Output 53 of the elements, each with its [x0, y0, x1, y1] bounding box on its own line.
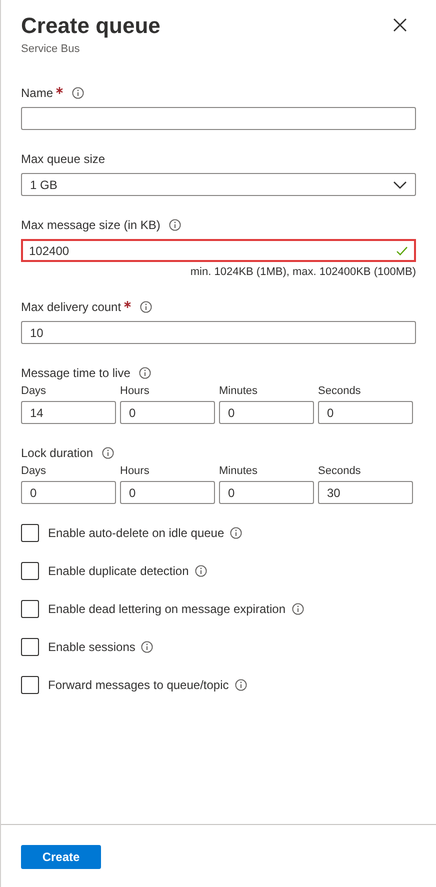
- info-icon[interactable]: [140, 301, 152, 313]
- panel-subtitle: Service Bus: [21, 43, 81, 55]
- panel-title: Create queue: [21, 12, 160, 40]
- checkbox[interactable]: [21, 524, 39, 542]
- info-icon[interactable]: [169, 219, 182, 231]
- checkbox-label: Enable auto-delete on idle queue: [48, 526, 224, 540]
- input-field[interactable]: 10: [21, 321, 416, 344]
- unit-label: Hours: [120, 465, 150, 477]
- info-icon[interactable]: [234, 679, 247, 691]
- input-field[interactable]: [21, 107, 416, 130]
- chevron-down-icon: [393, 180, 407, 188]
- checkbox[interactable]: [21, 676, 39, 694]
- checkbox[interactable]: [21, 638, 39, 656]
- unit-label: Days: [21, 385, 48, 397]
- info-icon[interactable]: [230, 527, 242, 539]
- input-field[interactable]: 0: [120, 401, 215, 424]
- unit-label: Days: [21, 465, 48, 477]
- input-field[interactable]: 14: [21, 401, 116, 424]
- field-label: Max message size (in KB): [21, 218, 160, 232]
- checkbox[interactable]: [21, 600, 39, 618]
- create-button[interactable]: Create: [21, 845, 101, 869]
- check-icon: [396, 246, 408, 256]
- unit-label: Minutes: [219, 465, 259, 477]
- info-icon[interactable]: [141, 641, 154, 653]
- input-field[interactable]: 30: [318, 481, 413, 504]
- info-icon[interactable]: [72, 87, 84, 99]
- field-label: Lock duration: [21, 446, 94, 460]
- info-icon[interactable]: [102, 447, 114, 459]
- input-field[interactable]: 0: [21, 481, 116, 504]
- input-field[interactable]: 0: [219, 481, 314, 504]
- input-field[interactable]: 0: [120, 481, 215, 504]
- close-icon[interactable]: [393, 18, 407, 32]
- unit-label: Seconds: [318, 465, 362, 477]
- field-label: Name: [21, 86, 54, 100]
- checkbox[interactable]: [21, 562, 39, 580]
- info-icon[interactable]: [292, 603, 304, 615]
- hint-text: min. 1024KB (1MB), max. 102400KB (100MB): [189, 266, 416, 278]
- unit-label: Minutes: [219, 385, 259, 397]
- input-field[interactable]: 102400: [21, 239, 416, 262]
- checkbox-label: Enable sessions: [48, 640, 136, 654]
- checkbox-label: Enable duplicate detection: [48, 564, 189, 578]
- unit-label: Hours: [120, 385, 150, 397]
- field-label: Message time to live: [21, 366, 130, 380]
- field-label: Max delivery count: [21, 300, 122, 314]
- field-label: Max queue size: [21, 152, 106, 166]
- checkbox-label: Enable dead lettering on message expiration: [48, 602, 286, 616]
- unit-label: Seconds: [318, 385, 362, 397]
- info-icon[interactable]: [194, 565, 207, 577]
- input-field[interactable]: 0: [318, 401, 413, 424]
- dropdown[interactable]: 1 GB: [21, 173, 416, 196]
- checkbox-label: Forward messages to queue/topic: [48, 678, 229, 692]
- info-icon[interactable]: [139, 367, 152, 379]
- input-field[interactable]: 0: [219, 401, 314, 424]
